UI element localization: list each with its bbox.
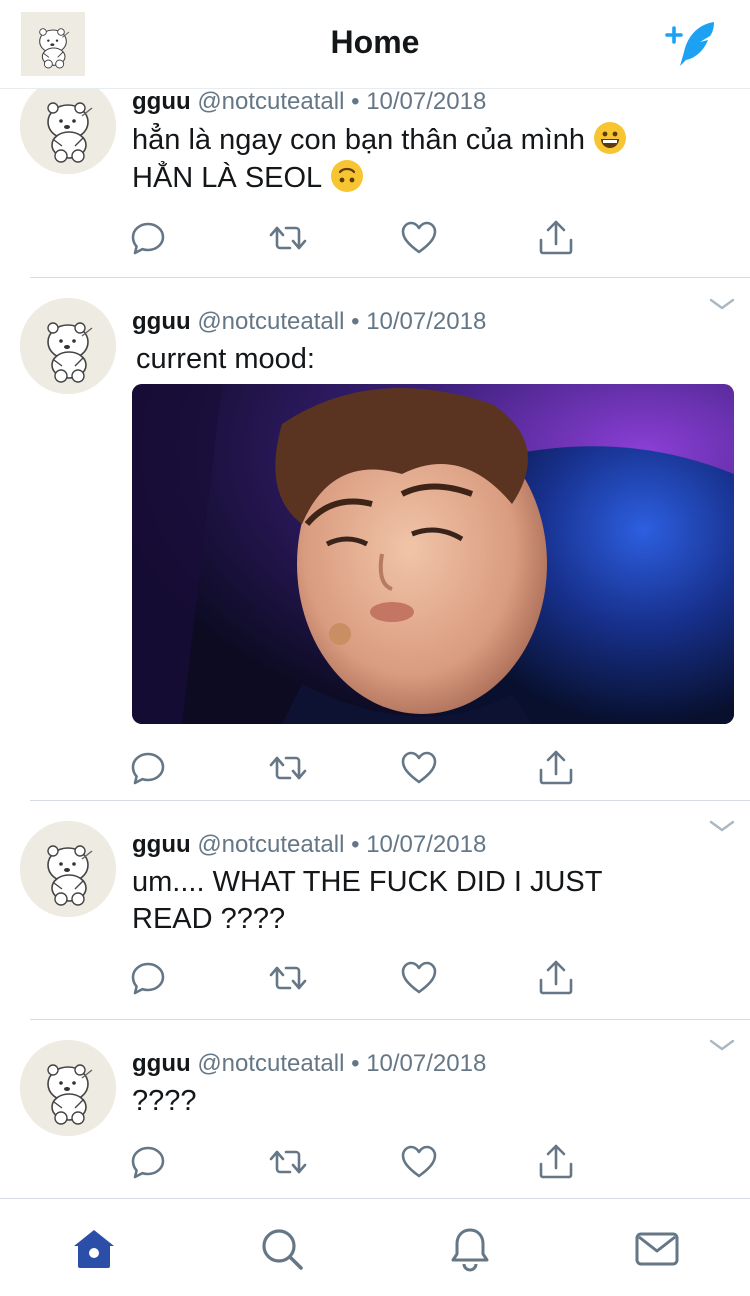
like-icon[interactable] — [399, 958, 439, 998]
user-name[interactable]: gguu — [132, 1050, 191, 1077]
retweet-icon[interactable] — [268, 958, 308, 998]
tweet-text-line: hẳn là ngay con bạn thân của mình — [132, 121, 627, 159]
tweet-text: um.... WHAT THE FUCK DID I JUST READ ???… — [132, 864, 602, 938]
compose-tweet-icon[interactable] — [664, 18, 720, 70]
tweet-text-line: current mood: — [136, 343, 315, 375]
tweet-text: hẳn là ngay con bạn thân của mình HẲN LÀ… — [132, 121, 627, 197]
avatar[interactable] — [20, 821, 116, 917]
separator: • — [351, 308, 360, 335]
separator: • — [351, 1050, 360, 1077]
retweet-icon[interactable] — [268, 218, 308, 258]
retweet-icon[interactable] — [268, 1142, 308, 1182]
home-icon[interactable] — [70, 1225, 118, 1273]
polar-bear-avatar-icon — [20, 298, 116, 394]
share-icon[interactable] — [536, 958, 576, 998]
page-title: Home — [330, 24, 420, 60]
user-handle[interactable]: @notcuteatall — [197, 88, 344, 115]
tweet-actions — [0, 1142, 750, 1182]
chevron-down-icon[interactable] — [708, 1037, 736, 1053]
reply-icon[interactable] — [128, 218, 168, 258]
avatar[interactable] — [20, 298, 116, 394]
user-name[interactable]: gguu — [132, 88, 191, 115]
retweet-icon[interactable] — [268, 748, 308, 788]
avatar[interactable] — [20, 1040, 116, 1136]
tweet-meta: gguu @notcuteatall • 10/07/2018 — [132, 831, 486, 859]
user-name[interactable]: gguu — [132, 831, 191, 858]
like-icon[interactable] — [399, 748, 439, 788]
reply-icon[interactable] — [128, 958, 168, 998]
avatar[interactable] — [20, 78, 116, 174]
share-icon[interactable] — [536, 748, 576, 788]
user-handle[interactable]: @notcuteatall — [197, 308, 344, 335]
messages-icon[interactable] — [633, 1225, 681, 1273]
tweet-meta: gguu @notcuteatall • 10/07/2018 — [132, 308, 486, 336]
like-icon[interactable] — [399, 1142, 439, 1182]
user-handle[interactable]: @notcuteatall — [197, 1050, 344, 1077]
top-nav-bar: Home — [0, 0, 750, 89]
tweet-text-line: READ ???? — [132, 903, 286, 935]
tweet-date[interactable]: 10/07/2018 — [366, 308, 486, 335]
tweet-meta: gguu @notcuteatall • 10/07/2018 — [132, 1050, 486, 1078]
divider — [30, 277, 750, 278]
photo-image — [132, 384, 734, 724]
like-icon[interactable] — [399, 218, 439, 258]
tweet-actions — [0, 748, 750, 788]
tweet-actions — [0, 958, 750, 998]
polar-bear-avatar-icon — [20, 1040, 116, 1136]
bottom-tab-bar — [0, 1198, 750, 1296]
tweet-actions — [0, 218, 750, 258]
tweet-media-image[interactable] — [132, 384, 734, 724]
chevron-down-icon[interactable] — [708, 818, 736, 834]
tweet-date[interactable]: 10/07/2018 — [366, 1050, 486, 1077]
share-icon[interactable] — [536, 1142, 576, 1182]
tweet-meta: gguu @notcuteatall • 10/07/2018 — [132, 88, 486, 116]
upside-down-face-emoji-icon — [331, 160, 364, 192]
tweet-text-line: HẲN LÀ SEOL — [132, 159, 627, 197]
tweet-date[interactable]: 10/07/2018 — [366, 88, 486, 115]
reply-icon[interactable] — [128, 748, 168, 788]
user-name[interactable]: gguu — [132, 308, 191, 335]
grinning-face-emoji-icon — [594, 122, 627, 154]
divider — [30, 800, 750, 801]
polar-bear-avatar-icon — [20, 821, 116, 917]
reply-icon[interactable] — [128, 1142, 168, 1182]
tweet-text-line: ???? — [132, 1085, 197, 1117]
search-icon[interactable] — [258, 1225, 306, 1273]
tweet-text: ???? — [132, 1083, 197, 1120]
notifications-icon[interactable] — [446, 1225, 494, 1273]
separator: • — [351, 88, 360, 115]
share-icon[interactable] — [536, 218, 576, 258]
tweet-text-line: um.... WHAT THE FUCK DID I JUST — [132, 866, 603, 898]
polar-bear-avatar-icon — [20, 78, 116, 174]
chevron-down-icon[interactable] — [708, 296, 736, 312]
tweet-date[interactable]: 10/07/2018 — [366, 831, 486, 858]
divider — [30, 1019, 750, 1020]
separator: • — [351, 831, 360, 858]
user-handle[interactable]: @notcuteatall — [197, 831, 344, 858]
tweet-text: current mood: — [136, 341, 315, 378]
